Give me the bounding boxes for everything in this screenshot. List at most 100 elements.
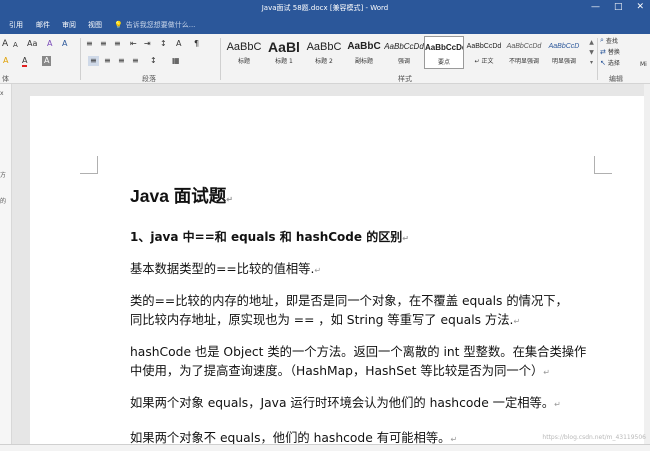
replace-label: 替换 bbox=[607, 49, 620, 56]
tab-view[interactable]: 视图 bbox=[88, 20, 102, 30]
paragraph-4[interactable]: 如果两个对象 equals，Java 运行时环境会认为他们的 hashcode … bbox=[130, 394, 590, 414]
ribbon-edge-label[interactable]: Mi bbox=[640, 60, 647, 70]
show-marks-button[interactable]: ¶ bbox=[194, 39, 199, 49]
multilevel-list-button[interactable]: ≡ bbox=[114, 39, 121, 49]
minimize-button[interactable]: — bbox=[591, 2, 600, 12]
document-title[interactable]: Java 面试题↵ bbox=[130, 186, 590, 210]
style-heading-1[interactable]: AaBl 标题 1 bbox=[264, 36, 304, 69]
replace-button[interactable]: ⇄ 替换 bbox=[600, 47, 620, 57]
group-separator bbox=[597, 38, 598, 80]
question-heading[interactable]: 1、java 中==和 equals 和 hashCode 的区别↵ bbox=[130, 228, 590, 248]
ribbon-tabs: 引用 邮件 审阅 视图 💡 告诉我您想要做什么... bbox=[0, 16, 650, 34]
clear-format-button[interactable]: A bbox=[47, 39, 52, 49]
style-strong[interactable]: AaBbCcDd 要点 bbox=[424, 36, 464, 69]
style-subtle-emphasis[interactable]: AaBbCcDd 不明显强调 bbox=[504, 36, 544, 69]
style-name: 标题 bbox=[237, 58, 250, 65]
style-preview: AaBbCcDd bbox=[425, 43, 463, 52]
navigation-pane: x 方 的 bbox=[0, 84, 12, 444]
paragraph-2[interactable]: 类的==比较的内存的地址，即是否是同一个对象，在不覆盖 equals 的情况下，… bbox=[130, 292, 590, 331]
style-name: 标题 2 bbox=[315, 58, 333, 65]
close-pane-icon[interactable]: x bbox=[0, 90, 4, 97]
align-left-button[interactable]: ≡ bbox=[88, 56, 99, 66]
pane-text: 方 bbox=[0, 172, 7, 179]
style-name: 明显强调 bbox=[551, 58, 576, 65]
lightbulb-icon: 💡 bbox=[114, 21, 123, 29]
bullets-button[interactable]: ≡ bbox=[86, 39, 93, 49]
pane-text: 的 bbox=[0, 198, 7, 205]
style-heading-2[interactable]: AaBbC 标题 2 bbox=[304, 36, 344, 69]
shrink-font-button[interactable]: A bbox=[13, 40, 18, 50]
select-button[interactable]: ↖ 选择 bbox=[600, 58, 620, 68]
increase-indent-button[interactable]: ⇥ bbox=[144, 39, 151, 49]
style-preview: AaBbCcDd bbox=[384, 42, 424, 51]
paragraph-group-label: 段落 bbox=[142, 75, 156, 83]
group-separator bbox=[80, 38, 81, 80]
margin-marker bbox=[80, 156, 98, 174]
style-preview: AaBbC bbox=[347, 41, 381, 52]
paragraph-1[interactable]: 基本数据类型的==比较的值相等.↵ bbox=[130, 260, 590, 280]
style-name: ↵ 正文 bbox=[474, 58, 494, 65]
style-gallery-scroll[interactable]: ▲ ▼ ▾ bbox=[588, 38, 595, 68]
tab-mailings[interactable]: 邮件 bbox=[36, 20, 50, 30]
style-name: 标题 1 bbox=[275, 58, 293, 65]
cursor-icon: ↖ bbox=[600, 58, 606, 67]
numbering-button[interactable]: ≡ bbox=[100, 39, 107, 49]
font-group-label: 体 bbox=[2, 75, 9, 83]
chevron-up-icon[interactable]: ▲ bbox=[588, 38, 595, 48]
document-page[interactable]: Java 面试题↵ 1、java 中==和 equals 和 hashCode … bbox=[30, 96, 644, 445]
chevron-down-icon[interactable]: ▼ bbox=[588, 48, 595, 58]
justify-button[interactable]: ≡ bbox=[132, 56, 139, 66]
paragraph-3[interactable]: hashCode 也是 Object 类的一个方法。返回一个离散的 int 型整… bbox=[130, 343, 590, 382]
style-preview: AaBbCcDd bbox=[506, 43, 542, 50]
paragraph-2-line-2: 同比较内存地址，原实现也为 == ，如 String 等重写了 equals 方… bbox=[130, 313, 521, 327]
style-name: 不明显强调 bbox=[508, 58, 539, 65]
group-separator bbox=[220, 38, 221, 80]
title-bar: Java面试 58题.docx [兼容模式] - Word — □ ✕ bbox=[0, 0, 650, 16]
vertical-scrollbar[interactable] bbox=[644, 84, 650, 444]
find-label: 查找 bbox=[605, 38, 618, 45]
close-button[interactable]: ✕ bbox=[636, 2, 644, 12]
tab-references[interactable]: 引用 bbox=[9, 20, 23, 30]
align-center-button[interactable]: ≡ bbox=[104, 56, 111, 66]
style-emphasis[interactable]: AaBbCcDd 强调 bbox=[384, 36, 424, 69]
margin-marker bbox=[594, 156, 612, 174]
style-preview: AaBbCcDd bbox=[466, 43, 502, 50]
style-preview: AaBbC bbox=[226, 41, 262, 53]
chinese-layout-button[interactable]: ↕ bbox=[160, 39, 167, 49]
style-name: 副标题 bbox=[354, 58, 373, 65]
align-right-button[interactable]: ≡ bbox=[118, 56, 125, 66]
paragraph-3-line-2: 中使用，为了提高查询速度。（HashMap，HashSet 等比较是否为同一个）… bbox=[130, 364, 550, 378]
style-preview: AaBl bbox=[268, 39, 300, 55]
style-name: 要点 bbox=[437, 59, 450, 66]
more-styles-icon[interactable]: ▾ bbox=[588, 58, 595, 68]
search-icon: ⌕ bbox=[600, 36, 604, 44]
style-intense-emphasis[interactable]: AaBbCcD 明显强调 bbox=[544, 36, 584, 69]
line-spacing-button[interactable]: ↕ bbox=[150, 56, 157, 66]
decrease-indent-button[interactable]: ⇤ bbox=[130, 39, 137, 49]
find-button[interactable]: ⌕ 查找 bbox=[600, 36, 618, 45]
window-title: Java面试 58题.docx [兼容模式] - Word bbox=[261, 4, 389, 12]
font-color-button[interactable]: A bbox=[22, 56, 28, 67]
replace-icon: ⇄ bbox=[600, 47, 606, 56]
highlight-button[interactable]: A bbox=[3, 56, 8, 66]
window-controls: — □ ✕ bbox=[591, 2, 644, 12]
select-label: 选择 bbox=[607, 60, 620, 67]
style-title[interactable]: AaBbC 标题 bbox=[224, 36, 264, 69]
editing-group-label: 编辑 bbox=[609, 75, 623, 83]
borders-button[interactable]: ▦ bbox=[172, 56, 180, 66]
ribbon: A A Aa A A A A A 体 ≡ ≡ ≡ ⇤ ⇥ ↕ A ¶ ≡ ≡ ≡… bbox=[0, 34, 650, 84]
tell-me-box[interactable]: 💡 告诉我您想要做什么... bbox=[114, 20, 195, 30]
grow-font-button[interactable]: A bbox=[2, 39, 8, 49]
style-subtitle[interactable]: AaBbC 副标题 bbox=[344, 36, 384, 69]
sort-button[interactable]: A bbox=[176, 39, 181, 49]
change-case-button[interactable]: Aa bbox=[27, 39, 37, 49]
style-normal[interactable]: AaBbCcDd ↵ 正文 bbox=[464, 36, 504, 69]
paragraph-3-line-1: hashCode 也是 Object 类的一个方法。返回一个离散的 int 型整… bbox=[130, 345, 587, 359]
tab-review[interactable]: 审阅 bbox=[62, 20, 76, 30]
phonetic-guide-button[interactable]: A bbox=[62, 39, 67, 49]
char-shading-button[interactable]: A bbox=[42, 56, 52, 66]
tell-me-placeholder: 告诉我您想要做什么... bbox=[125, 21, 196, 29]
maximize-button[interactable]: □ bbox=[614, 2, 623, 12]
style-preview: AaBbCcD bbox=[548, 43, 580, 50]
style-preview: AaBbC bbox=[306, 41, 342, 53]
